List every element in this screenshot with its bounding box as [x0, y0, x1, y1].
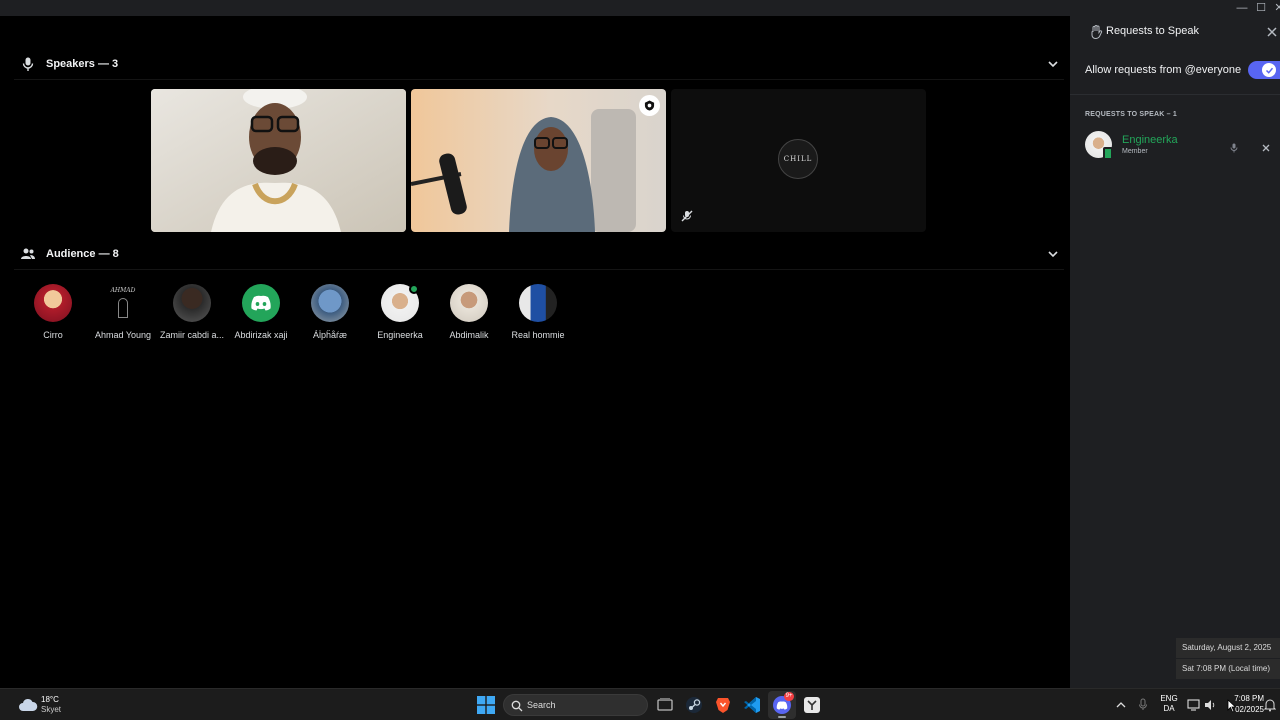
audience-member[interactable]: AHMAD Ahmad Young [88, 284, 158, 340]
discord-taskbar-button[interactable]: 9+ [768, 691, 796, 719]
app-icon[interactable] [802, 695, 822, 715]
active-app-indicator [778, 716, 786, 718]
avatar [173, 284, 211, 322]
weather-widget[interactable]: 18°C Skyet [18, 693, 98, 717]
request-username[interactable]: Engineerka [1122, 134, 1178, 146]
speaker-avatar: CHILL [778, 139, 818, 179]
microphone-tray-icon[interactable] [1136, 695, 1150, 715]
keyboard-layout: DA [1163, 704, 1175, 713]
speaker-avatar-text: CHILL [783, 155, 813, 163]
mobile-status-icon [1103, 147, 1113, 160]
panel-header: Requests to Speak [1070, 16, 1280, 48]
panel-title: Requests to Speak [1106, 25, 1199, 37]
microphone-icon [18, 54, 38, 74]
audience-member[interactable]: Engineerka [365, 284, 435, 340]
moderator-shield-icon [639, 95, 660, 116]
audience-member[interactable]: Áĺpĥåŕæ [295, 284, 365, 340]
notification-badge: 9+ [784, 692, 794, 701]
speakers-label: Speakers — 3 [46, 57, 119, 70]
windows-start-icon[interactable] [476, 695, 496, 715]
audience-member-name: Abdimalik [449, 330, 489, 340]
avatar: AHMAD [104, 284, 142, 322]
requests-to-speak-panel: Requests to Speak Allow requests from @e… [1070, 16, 1280, 688]
avatar [34, 284, 72, 322]
window-title-bar: — ☐ ✕ [0, 0, 1280, 16]
people-icon [18, 244, 38, 264]
audience-member-name: Real hommie [511, 330, 565, 340]
avatar [242, 284, 280, 322]
allow-requests-toggle[interactable] [1248, 61, 1280, 79]
audience-member[interactable]: Real hommie [503, 284, 573, 340]
requests-header: REQUESTS TO SPEAK – 1 [1085, 111, 1177, 118]
avatar [519, 284, 557, 322]
audience-member-name: Áĺpĥåŕæ [312, 330, 348, 340]
audience-section-header[interactable]: Audience — 8 [14, 238, 1064, 270]
speaker-video-tile[interactable] [411, 89, 666, 232]
maximize-button[interactable]: ☐ [1253, 1, 1269, 15]
avatar-text: AHMAD [110, 287, 136, 294]
check-icon [1265, 67, 1273, 74]
allow-requests-label: Allow requests from @everyone [1085, 64, 1242, 76]
cloud-icon [18, 698, 38, 712]
search-placeholder: Search [527, 700, 556, 710]
audience-member-name: Cirro [43, 330, 63, 340]
close-panel-button[interactable] [1266, 25, 1278, 39]
vscode-icon[interactable] [742, 695, 762, 715]
audience-member-name: Abdirizak xaji [234, 330, 288, 340]
audience-member-name: Zamiir cabdi a... [159, 330, 225, 340]
taskbar: 18°C Skyet Search 9+ ENG DA 7:08 PM 02/2… [0, 688, 1280, 720]
brave-browser-icon[interactable] [713, 695, 733, 715]
audience-member-name: Ahmad Young [94, 330, 152, 340]
weather-description: Skyet [41, 705, 62, 714]
audience-member[interactable]: Abdirizak xaji [226, 284, 296, 340]
speakers-section-header[interactable]: Speakers — 3 [14, 48, 1064, 80]
chevron-down-icon[interactable] [1046, 57, 1060, 71]
clock-tooltip-local-time: Sat 7:08 PM (Local time) [1176, 659, 1280, 679]
task-view-icon[interactable] [655, 695, 675, 715]
clock-tooltip-date: Saturday, August 2, 2025 [1176, 638, 1280, 658]
steam-icon[interactable] [684, 695, 704, 715]
dismiss-request-icon[interactable] [1261, 140, 1271, 152]
notification-bell-icon[interactable] [1263, 695, 1277, 715]
speaker-avatar-tile[interactable]: CHILL [671, 89, 926, 232]
search-icon [511, 699, 523, 712]
muted-microphone-icon [681, 209, 693, 222]
invite-to-speak-icon[interactable] [1229, 140, 1239, 153]
audience-member[interactable]: Zamiir cabdi a... [157, 284, 227, 340]
request-role: Member [1122, 148, 1148, 155]
taskbar-search-box[interactable]: Search [503, 694, 648, 716]
audience-member[interactable]: Abdimalik [434, 284, 504, 340]
speaker-video-frame [151, 89, 406, 232]
weather-temperature: 18°C [41, 695, 59, 704]
audience-member-name: Engineerka [377, 330, 423, 340]
mouse-cursor-icon [1227, 699, 1237, 713]
request-item[interactable]: Engineerka Member [1084, 130, 1280, 162]
online-status-icon [409, 284, 419, 294]
network-icon[interactable] [1186, 695, 1202, 715]
speaker-video-frame [411, 89, 666, 232]
toggle-knob [1262, 63, 1276, 77]
language-indicator[interactable]: ENG DA [1158, 694, 1180, 716]
chevron-down-icon[interactable] [1046, 247, 1060, 261]
audience-label: Audience — 8 [46, 247, 119, 260]
volume-icon[interactable] [1203, 695, 1217, 715]
avatar [450, 284, 488, 322]
language-code: ENG [1160, 694, 1178, 703]
stage-view: Speakers — 3 CHILL Audience — 8 Cirro AH… [0, 16, 1070, 688]
divider [1070, 94, 1280, 95]
discord-logo-icon [251, 295, 271, 311]
minimize-button[interactable]: — [1234, 1, 1250, 15]
raised-hand-icon [1089, 25, 1103, 40]
close-window-button[interactable]: ✕ [1271, 1, 1280, 15]
chevron-up-icon[interactable] [1114, 695, 1128, 715]
speaker-video-tile[interactable] [151, 89, 406, 232]
avatar [311, 284, 349, 322]
audience-member[interactable]: Cirro [18, 284, 88, 340]
